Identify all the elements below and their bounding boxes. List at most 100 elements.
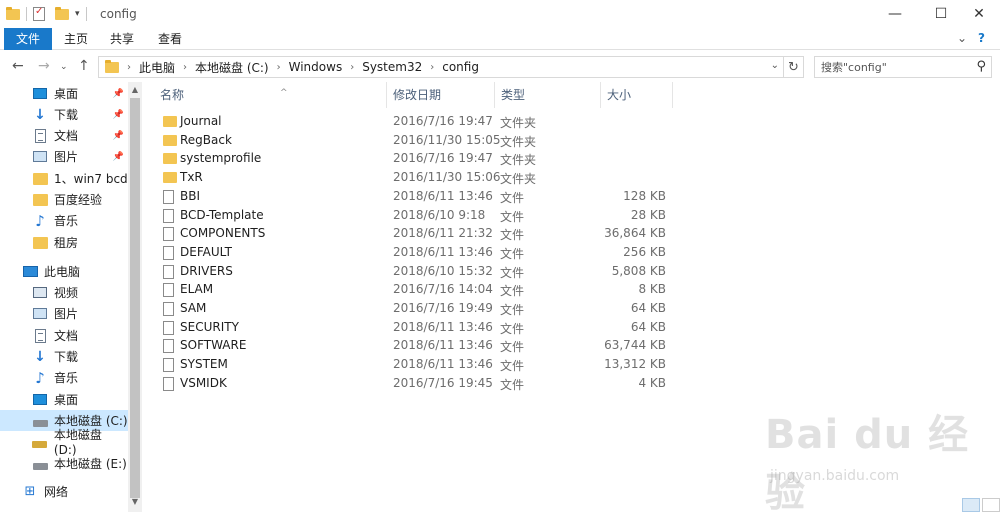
- column-header-date[interactable]: 修改日期: [387, 82, 495, 108]
- tab-share[interactable]: 共享: [102, 28, 142, 50]
- pin-icon[interactable]: 📌: [113, 152, 124, 162]
- folder-icon: [163, 116, 177, 127]
- table-row[interactable]: VSMIDK 2016/7/16 19:45 文件 4 KB: [160, 374, 672, 393]
- table-row[interactable]: SYSTEM 2018/6/11 13:46 文件 13,312 KB: [160, 355, 672, 374]
- breadcrumb-system32[interactable]: System32: [362, 60, 422, 74]
- tab-view[interactable]: 查看: [150, 28, 190, 50]
- sidebar-item-music[interactable]: ♪ 音乐: [0, 210, 128, 231]
- up-arrow-icon[interactable]: ↑: [78, 58, 90, 74]
- sidebar-item-label: 图片: [54, 307, 79, 321]
- sidebar-item-local-disk-e[interactable]: 本地磁盘 (E:): [0, 453, 128, 474]
- properties-icon[interactable]: [33, 6, 45, 21]
- pin-icon[interactable]: 📌: [113, 110, 124, 120]
- chevron-right-icon[interactable]: ›: [430, 62, 434, 73]
- search-input[interactable]: [815, 57, 965, 77]
- large-icons-view-button[interactable]: [982, 498, 1000, 512]
- table-row[interactable]: DEFAULT 2018/6/11 13:46 文件 256 KB: [160, 243, 672, 262]
- breadcrumb-windows[interactable]: Windows: [289, 60, 343, 74]
- forward-arrow-icon[interactable]: →: [38, 58, 50, 74]
- sidebar-item-pc-downloads[interactable]: ↓ 下载: [0, 346, 128, 367]
- file-icon: [163, 339, 174, 354]
- sidebar-item-local-disk-d[interactable]: 本地磁盘 (D:): [0, 428, 128, 457]
- file-name: SYSTEM: [180, 357, 228, 372]
- refresh-button[interactable]: ↻: [784, 56, 804, 78]
- new-folder-icon[interactable]: [55, 6, 69, 20]
- sidebar-item-pc-music[interactable]: ♪ 音乐: [0, 367, 128, 388]
- table-row[interactable]: BBI 2018/6/11 13:46 文件 128 KB: [160, 187, 672, 206]
- sidebar-item-this-pc[interactable]: 此电脑: [0, 261, 128, 282]
- tab-home[interactable]: 主页: [56, 28, 96, 50]
- close-button[interactable]: ✕: [956, 0, 1000, 28]
- table-row[interactable]: SOFTWARE 2018/6/11 13:46 文件 63,744 KB: [160, 336, 672, 355]
- sidebar-item-downloads[interactable]: ↓ 下载 📌: [0, 104, 128, 125]
- file-icon: [163, 376, 174, 391]
- table-row[interactable]: COMPONENTS 2018/6/11 21:32 文件 36,864 KB: [160, 224, 672, 243]
- search-icon[interactable]: ⚲: [976, 59, 986, 74]
- column-header-type[interactable]: 类型: [495, 82, 601, 108]
- pin-icon[interactable]: 📌: [113, 131, 124, 141]
- nav-scrollbar[interactable]: ▲ ▼: [128, 82, 142, 512]
- chevron-right-icon[interactable]: ›: [127, 62, 131, 73]
- breadcrumb-config[interactable]: config: [442, 60, 479, 74]
- chevron-right-icon[interactable]: ›: [350, 62, 354, 73]
- sidebar-item-videos[interactable]: 视频: [0, 282, 128, 303]
- breadcrumb-local-disk-c[interactable]: 本地磁盘 (C:): [195, 59, 269, 76]
- file-type: 文件: [500, 321, 525, 336]
- file-name: TxR: [180, 170, 203, 185]
- sidebar-item-label: 文档: [54, 129, 79, 143]
- computer-icon: [22, 266, 38, 277]
- details-view-button[interactable]: [962, 498, 980, 512]
- table-row[interactable]: BCD-Template 2018/6/10 9:18 文件 28 KB: [160, 206, 672, 225]
- breadcrumb-this-pc[interactable]: 此电脑: [139, 59, 175, 76]
- table-row[interactable]: systemprofile 2016/7/16 19:47 文件夹: [160, 149, 672, 168]
- customize-qat-icon[interactable]: ▾: [75, 9, 80, 19]
- sidebar-item-documents[interactable]: 文档 📌: [0, 125, 128, 146]
- drive-c-icon: [32, 419, 48, 427]
- address-bar[interactable]: › 此电脑 › 本地磁盘 (C:) › Windows › System32 ›…: [98, 56, 784, 78]
- folder-icon: [163, 172, 177, 184]
- tab-file[interactable]: 文件: [4, 28, 52, 50]
- sidebar-item-rental[interactable]: 租房: [0, 232, 128, 253]
- table-row[interactable]: ELAM 2016/7/16 14:04 文件 8 KB: [160, 280, 672, 299]
- sidebar-item-pc-pictures[interactable]: 图片: [0, 303, 128, 324]
- recent-locations-icon[interactable]: ⌄: [60, 62, 68, 72]
- table-row[interactable]: SAM 2016/7/16 19:49 文件 64 KB: [160, 299, 672, 318]
- table-row[interactable]: DRIVERS 2018/6/10 15:32 文件 5,808 KB: [160, 262, 672, 281]
- chevron-down-icon[interactable]: ⌄: [771, 60, 779, 71]
- minimize-button[interactable]: —: [872, 0, 918, 28]
- column-header-size[interactable]: 大小: [601, 82, 673, 108]
- file-icon: [163, 227, 174, 242]
- watermark-url: jingyan.baidu.com: [770, 468, 900, 484]
- divider: [85, 7, 87, 21]
- scroll-thumb[interactable]: [130, 98, 140, 498]
- sidebar-item-pc-documents[interactable]: 文档: [0, 325, 128, 346]
- sidebar-item-baidu-jingyan[interactable]: 百度经验: [0, 189, 128, 210]
- table-row[interactable]: SECURITY 2018/6/11 13:46 文件 64 KB: [160, 318, 672, 337]
- table-row[interactable]: RegBack 2016/11/30 15:05 文件夹: [160, 131, 672, 150]
- table-row[interactable]: Journal 2016/7/16 19:47 文件夹: [160, 112, 672, 131]
- sidebar-item-pictures[interactable]: 图片 📌: [0, 146, 128, 167]
- scroll-up-icon[interactable]: ▲: [128, 82, 142, 96]
- sidebar-item-pc-desktop[interactable]: 桌面: [0, 389, 128, 410]
- file-date: 2018/6/11 21:32: [393, 226, 493, 241]
- folder-icon: [105, 59, 119, 73]
- sidebar-item-label: 音乐: [54, 214, 79, 228]
- sidebar-item-desktop[interactable]: 桌面 📌: [0, 83, 128, 104]
- sidebar-item-win7-bcd[interactable]: 1、win7 bcd: [0, 168, 128, 189]
- file-icon: [163, 264, 174, 279]
- file-name: RegBack: [180, 132, 232, 147]
- table-row[interactable]: TxR 2016/11/30 15:06 文件夹: [160, 168, 672, 187]
- ribbon-collapse-icon[interactable]: ⌄: [957, 31, 967, 45]
- chevron-right-icon[interactable]: ›: [183, 62, 187, 73]
- pin-icon[interactable]: 📌: [113, 89, 124, 99]
- search-box[interactable]: ⚲: [814, 56, 992, 78]
- folder-icon: [32, 172, 48, 185]
- column-header-name[interactable]: 名称 ^: [154, 82, 387, 108]
- sidebar-item-network[interactable]: ⊞ 网络: [0, 481, 128, 502]
- help-icon[interactable]: ?: [978, 31, 985, 45]
- scroll-down-icon[interactable]: ▼: [128, 494, 142, 508]
- back-arrow-icon[interactable]: ←: [12, 58, 24, 74]
- file-size: 8 KB: [638, 282, 666, 297]
- divider: [26, 7, 27, 21]
- chevron-right-icon[interactable]: ›: [277, 62, 281, 73]
